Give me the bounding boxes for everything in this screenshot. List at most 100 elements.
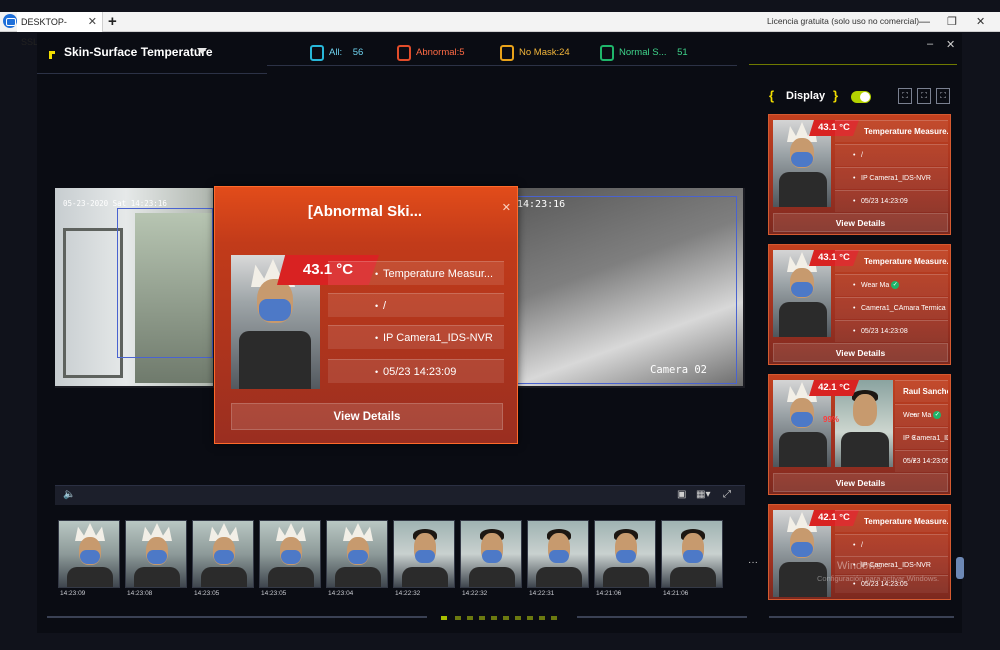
divider [47,616,427,618]
temperature-app-window: Skin-Surface Temperature All: 56 Abnorma… [37,33,964,633]
display-panel-header: { Display } ⛶ ⛶ ⛶ [769,88,953,108]
camera-2-feed[interactable]: 14:23:16 Camera 02 [517,188,743,386]
alarm-card[interactable]: 42.1 °C Temperature Measure... / IP Came… [768,504,951,600]
thumbnail-time: 14:22:32 [395,590,421,597]
view-details-button[interactable]: View Details [773,473,948,492]
thumbnail[interactable]: 14:22:31 [527,520,589,600]
remote-session-tab[interactable]: DESKTOP-SSLOMFI ✕ [17,12,103,47]
alert-camera: IP Camera1_IDS-NVR [328,325,504,349]
abnormal-temperature-alert[interactable]: [Abnormal Ski... ✕ 43.1 °C Temperature M… [214,186,518,444]
card-event-type: Temperature Measure... [835,250,948,272]
alert-event-type: Temperature Measur... [328,261,504,285]
thumbnail[interactable]: 14:22:32 [393,520,455,600]
thumbnail-time: 14:23:09 [60,590,86,597]
no-mask-icon [500,45,514,61]
thumbnail[interactable]: 14:22:32 [460,520,522,600]
stat-all-value: 56 [352,47,364,58]
close-icon[interactable]: ✕ [502,201,511,214]
camera-1-timestamp: 05-23-2020 Sat 14:23:16 [63,199,167,208]
match-score: 99% [823,415,840,424]
check-icon: ✓ [891,281,900,290]
playback-toolbar: 🔈 ▣ ▦▾ ⤢ [55,485,745,505]
card-person: / [835,144,948,166]
thumbnail-time: 14:23:05 [261,590,287,597]
alert-title: [Abnormal Ski... [307,203,423,220]
thumbnail[interactable]: 14:23:09 [58,520,120,600]
alert-person: / [328,293,504,317]
app-minimize-button[interactable]: – [927,38,933,50]
thumbnail[interactable]: 14:21:06 [661,520,723,600]
page-title[interactable]: Skin-Surface Temperature [64,45,213,59]
stat-abnormal-label: Abnormal:5 [416,47,465,58]
detection-zone [117,208,213,358]
layout-icon[interactable]: ▦▾ [696,489,710,500]
alert-time: 05/23 14:23:09 [328,359,504,383]
stat-no-mask-label: No Mask:24 [519,47,570,58]
remote-close-button[interactable]: ✕ [976,12,985,32]
divider [37,73,267,74]
remote-title-bar: DESKTOP-SSLOMFI ✕ + Licencia gratuita (s… [0,12,1000,47]
display-toggle[interactable] [851,91,871,103]
face-view-icon[interactable]: ⛶ [917,88,931,104]
fullscreen-icon[interactable]: ⤢ [723,489,731,500]
check-icon: ✓ [933,411,942,420]
side-handle[interactable] [956,557,964,579]
stat-normal-value: 51 [677,47,688,58]
thumbnail[interactable]: 14:23:08 [125,520,187,600]
close-bracket-icon: } [833,88,839,103]
divider [749,64,957,65]
display-label: Display [786,90,826,102]
snapshot-icon[interactable]: ▣ [677,489,686,500]
view-mode-icon[interactable]: ⛶ [898,88,912,104]
normal-temperature-icon [600,45,614,61]
divider [577,616,747,618]
alarm-card[interactable]: 43.1 °C Temperature Measure... / IP Came… [768,114,951,235]
capture-thumbnail-strip: 14:23:09 14:23:08 14:23:05 14:23:05 14:2… [55,517,758,605]
card-mask-label: Wear Ma [903,412,932,419]
view-details-button[interactable]: View Details [231,403,503,430]
card-time: 05/23 14:23:09 [835,190,948,212]
alarm-card[interactable]: 99% 42.1 °C Raul Sanchez Wear Ma✓ IP Cam… [768,374,951,495]
stat-normal-label: Normal S... [619,47,667,58]
camera-2-label: Camera 02 [650,364,707,376]
remote-desktop-frame: DESKTOP-SSLOMFI ✕ + Licencia gratuita (s… [0,0,1000,650]
alarm-card[interactable]: 43.1 °C Temperature Measure... Wear Ma✓ … [768,244,951,365]
thumbnail[interactable]: 14:23:05 [192,520,254,600]
thumbnail-time: 14:23:04 [328,590,354,597]
new-tab-button[interactable]: + [108,12,117,31]
more-thumbnails-button[interactable]: ··· [748,557,758,568]
title-marker-icon [49,51,55,59]
windows-activation-watermark: Windows [837,560,882,572]
card-person: / [835,534,948,556]
divider [769,616,954,618]
license-text: Licencia gratuita (solo uso no comercial… [767,16,920,26]
card-mask-status: Wear Ma✓ [835,274,948,296]
chevron-down-icon[interactable] [197,48,207,54]
user-icon [310,45,324,61]
thermometer-icon [397,45,411,61]
card-time: 05/23 14:23:08 [835,320,948,342]
settings-view-icon[interactable]: ⛶ [936,88,950,104]
thumbnail-time: 14:23:05 [194,590,220,597]
card-camera: Camera1_CAmara Termica [835,297,948,319]
view-details-button[interactable]: View Details [773,343,948,362]
thumbnail-time: 14:23:08 [127,590,153,597]
card-event-type: Temperature Measure... [835,120,948,142]
remote-minimize-button[interactable]: — [919,12,930,32]
temperature-badge: 42.1 °C [809,380,859,396]
stat-all-label: All: [329,47,343,58]
camera-1-feed[interactable]: 05-23-2020 Sat 14:23:16 [55,188,213,386]
volume-icon[interactable]: 🔈 [63,489,75,500]
thumbnail[interactable]: 14:23:04 [326,520,388,600]
remote-maximize-button[interactable]: ❐ [947,12,957,32]
card-mask-status: Wear Ma✓ [895,404,948,426]
card-event-type: Temperature Measure... [835,510,948,532]
open-bracket-icon: { [769,88,775,103]
detection-zone [517,196,737,384]
thumbnail[interactable]: 14:21:06 [594,520,656,600]
app-close-button[interactable]: ✕ [946,38,955,51]
card-person-name: Raul Sanchez [895,380,948,402]
thumbnail[interactable]: 14:23:05 [259,520,321,600]
close-tab-icon[interactable]: ✕ [88,12,97,32]
view-details-button[interactable]: View Details [773,213,948,232]
